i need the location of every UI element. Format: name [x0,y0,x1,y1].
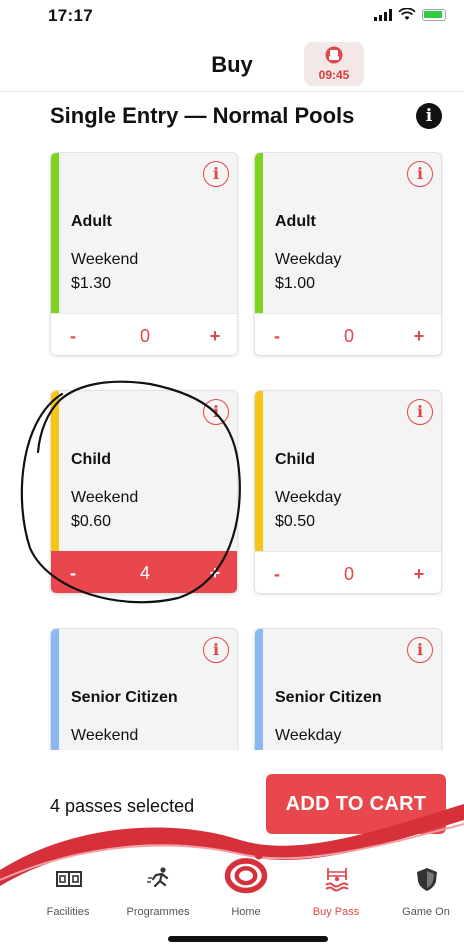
section-info-icon[interactable]: i [416,103,442,129]
quantity-stepper: - 0 + [255,551,441,593]
decrement-button[interactable]: - [61,314,85,355]
quantity-stepper: - 0 + [51,313,237,355]
header: Buy 09:45 [0,40,464,92]
running-person-icon [147,867,169,888]
status-icons [374,8,446,21]
quantity-stepper: - 0 + [255,313,441,355]
pass-card-senior-weekend: i Senior Citizen Weekend [50,628,238,750]
pass-price: $0.60 [71,513,112,530]
quantity-value: 0 [139,326,150,346]
pass-type: Senior Citizen [275,689,382,706]
increment-button[interactable]: + [203,551,227,593]
pass-price: $1.30 [71,275,112,292]
tab-facilities[interactable]: Facilities [22,862,114,922]
increment-button[interactable]: + [407,552,431,593]
pass-category-stripe [51,629,59,750]
pass-card-adult-weekday: i Adult Weekday $1.00 - 0 + [254,152,442,356]
timer-text: 09:45 [318,68,350,82]
pass-type: Child [275,451,315,468]
pass-price: $0.50 [275,513,316,530]
tab-home[interactable]: Home [200,851,292,922]
signal-icon [374,8,392,21]
tab-label: Game On [402,906,450,918]
pass-category-stripe [255,153,263,313]
tab-game-on[interactable]: Game On [380,862,464,922]
tab-label: Home [231,906,261,918]
status-time: 17:17 [48,6,93,25]
decrement-button[interactable]: - [265,314,289,355]
timer-icon [325,46,343,64]
increment-button[interactable]: + [203,314,227,355]
quantity-stepper: - 4 + [51,551,237,593]
pass-info-icon[interactable]: i [407,637,433,663]
session-timer-badge: 09:45 [304,42,364,86]
pass-day: Weekend [71,489,139,506]
battery-icon [422,8,446,21]
pass-card-adult-weekend: i Adult Weekend $1.30 - 0 + [50,152,238,356]
decrement-button[interactable]: - [61,551,85,593]
pass-type: Adult [275,213,316,230]
increment-button[interactable]: + [407,314,431,355]
pass-type: Senior Citizen [71,689,178,706]
pass-info-icon[interactable]: i [407,161,433,187]
quantity-value: 0 [343,326,354,346]
facilities-icon [56,871,82,887]
tab-label: Facilities [46,906,90,918]
pass-day: Weekday [275,251,342,268]
pass-day: Weekday [275,489,342,506]
tab-label: Programmes [126,906,190,918]
pass-info-icon[interactable]: i [203,637,229,663]
pass-grid: i Adult Weekend $1.30 - 0 + i Adult Week… [0,152,464,750]
page-title: Buy [211,52,253,77]
pass-category-stripe [51,153,59,313]
pass-category-stripe [255,391,263,551]
wifi-icon [398,8,416,20]
pass-price: $1.00 [275,275,316,292]
tab-label: Buy Pass [312,906,360,918]
pass-type: Child [71,451,111,468]
home-logo-icon [224,851,268,894]
pass-type: Adult [71,213,112,230]
pass-info-icon[interactable]: i [203,399,229,425]
pass-day: Weekend [71,251,139,268]
tab-buy-pass[interactable]: Buy Pass [290,862,382,922]
pass-card-senior-weekday: i Senior Citizen Weekday [254,628,442,750]
pass-category-stripe [255,629,263,750]
pass-category-stripe [51,391,59,551]
swimmer-icon [325,868,349,892]
bottom-tab-bar: Facilities Programmes Home Buy Pass Game… [0,851,464,928]
pass-card-child-weekend: i Child Weekend $0.60 - 4 + [50,390,238,594]
quantity-value: 0 [343,564,354,584]
section-title: Single Entry — Normal Pools [50,103,355,128]
pass-info-icon[interactable]: i [203,161,229,187]
decrement-button[interactable]: - [265,552,289,593]
quantity-value: 4 [139,563,150,583]
pass-card-child-weekday: i Child Weekday $0.50 - 0 + [254,390,442,594]
pass-day: Weekday [275,727,342,744]
home-indicator [168,936,328,942]
tab-programmes[interactable]: Programmes [112,862,204,922]
pass-day: Weekend [71,727,139,744]
status-bar: 17:17 [0,0,464,40]
shield-icon [417,868,437,891]
pass-info-icon[interactable]: i [407,399,433,425]
